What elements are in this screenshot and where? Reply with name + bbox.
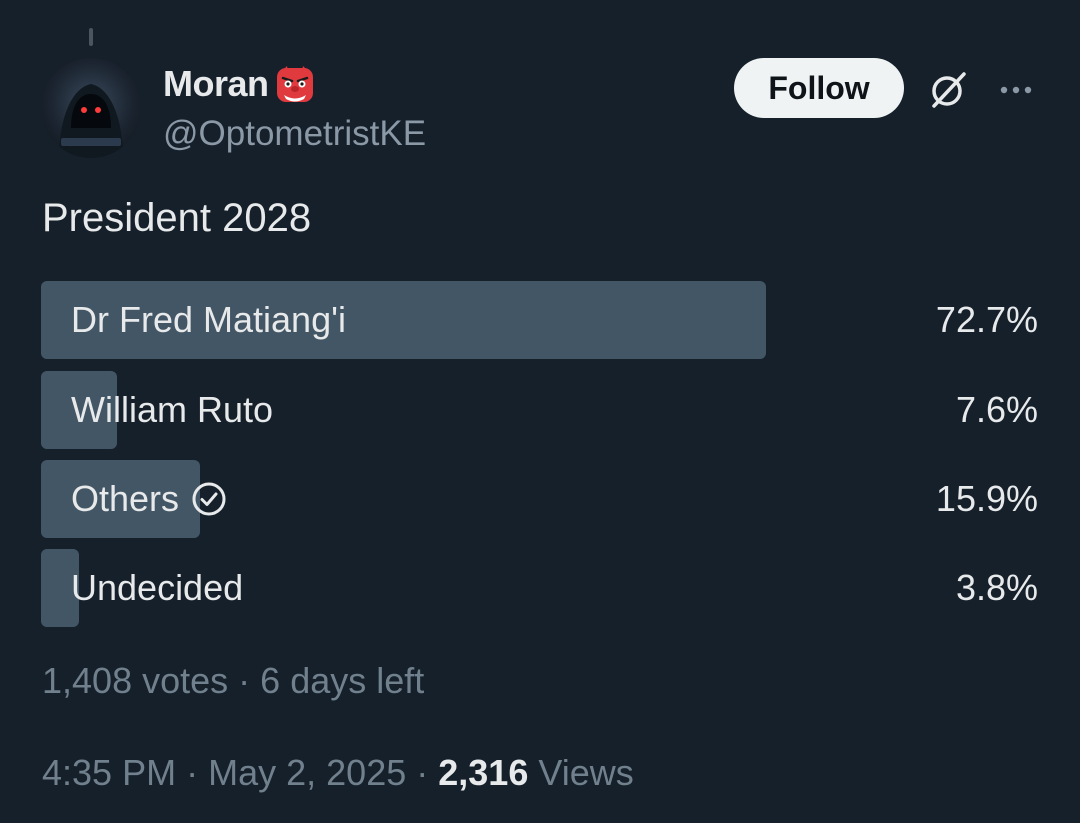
follow-button[interactable]: Follow: [734, 58, 904, 118]
poll-question: President 2028: [42, 196, 312, 240]
author-name[interactable]: Moran: [163, 62, 317, 106]
selected-check-icon: [192, 482, 226, 516]
poll-option[interactable]: William Ruto 7.6%: [41, 371, 1038, 449]
poll-option-percent: 72.7%: [935, 299, 1038, 340]
poll-option-label: Dr Fred Matiang'i: [71, 299, 346, 340]
poll-meta-separator: ·: [238, 660, 251, 701]
thread-connector-line: [89, 28, 93, 46]
poll-option-label: Others: [71, 478, 180, 519]
grok-icon[interactable]: [926, 68, 970, 112]
tweet-time[interactable]: 4:35 PM: [42, 752, 176, 793]
goblin-emoji-icon: [273, 62, 317, 106]
poll-option-percent: 7.6%: [955, 389, 1038, 430]
poll-option-label: Undecided: [71, 567, 244, 608]
poll-time-left: 6 days left: [260, 660, 425, 701]
tweet-meta-separator: ·: [186, 752, 199, 793]
poll-votes: 1,408 votes: [42, 660, 229, 701]
tweet-meta-separator: ·: [416, 752, 429, 793]
tweet-meta: 4:35 PM · May 2, 2025 · 2,316 Views: [42, 752, 634, 794]
tweet-date[interactable]: May 2, 2025: [208, 752, 406, 793]
poll-option[interactable]: Undecided 3.8%: [41, 549, 1038, 627]
poll-option[interactable]: Dr Fred Matiang'i 72.7%: [41, 281, 1038, 359]
poll-option[interactable]: Others 15.9%: [41, 460, 1038, 538]
views-count: 2,316: [438, 752, 529, 793]
display-name-text[interactable]: Moran: [163, 63, 269, 105]
poll-option-percent: 15.9%: [935, 478, 1038, 519]
avatar[interactable]: [41, 58, 141, 158]
poll-option-percent: 3.8%: [955, 567, 1038, 608]
author-handle[interactable]: @OptometristKE: [163, 114, 426, 154]
more-icon[interactable]: [996, 75, 1036, 105]
poll-meta: 1,408 votes · 6 days left: [42, 660, 424, 702]
poll-option-label: William Ruto: [71, 389, 274, 430]
views-label: Views: [538, 752, 634, 793]
